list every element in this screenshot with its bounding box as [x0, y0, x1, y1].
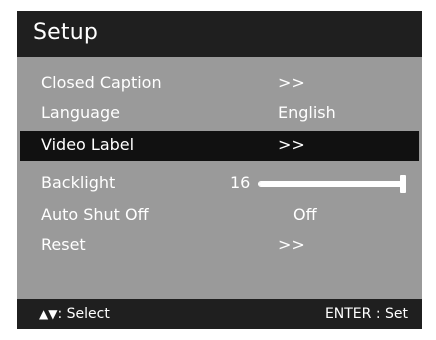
menu-item-auto-shut-off[interactable]: Auto Shut Off Off	[17, 201, 422, 231]
language-value: English	[278, 103, 336, 122]
menu-item-language[interactable]: Language English	[17, 99, 422, 129]
setup-screen: Setup Closed Caption >> Language English…	[0, 0, 436, 340]
setup-menu: Closed Caption >> Language English Video…	[17, 57, 422, 299]
select-hint: ▲▼: Select	[39, 306, 110, 322]
header-bar: Setup	[17, 11, 422, 57]
backlight-slider[interactable]	[258, 181, 406, 187]
menu-item-backlight[interactable]: Backlight 16	[17, 169, 422, 199]
backlight-slider-fill	[259, 182, 405, 186]
page-title: Setup	[33, 20, 99, 45]
submenu-arrow: >>	[278, 73, 305, 92]
menu-item-label: Reset	[41, 235, 86, 254]
menu-item-video-label[interactable]: Video Label >>	[20, 131, 419, 161]
up-down-arrows-icon: ▲▼	[39, 307, 58, 321]
backlight-slider-thumb[interactable]	[400, 175, 406, 193]
menu-item-label: Auto Shut Off	[41, 205, 149, 224]
menu-item-closed-caption[interactable]: Closed Caption >>	[17, 69, 422, 99]
submenu-arrow: >>	[278, 135, 305, 154]
backlight-value: 16	[230, 173, 251, 192]
menu-item-label: Backlight	[41, 173, 116, 192]
select-hint-label: : Select	[57, 306, 110, 322]
menu-item-label: Video Label	[41, 135, 135, 154]
menu-item-label: Language	[41, 103, 120, 122]
enter-hint: ENTER : Set	[324, 306, 408, 322]
auto-shut-off-value: Off	[293, 205, 317, 224]
menu-item-label: Closed Caption	[41, 73, 162, 92]
footer-bar: ▲▼: Select ENTER : Set	[17, 299, 422, 329]
submenu-arrow: >>	[278, 235, 305, 254]
menu-item-reset[interactable]: Reset >>	[17, 231, 422, 261]
